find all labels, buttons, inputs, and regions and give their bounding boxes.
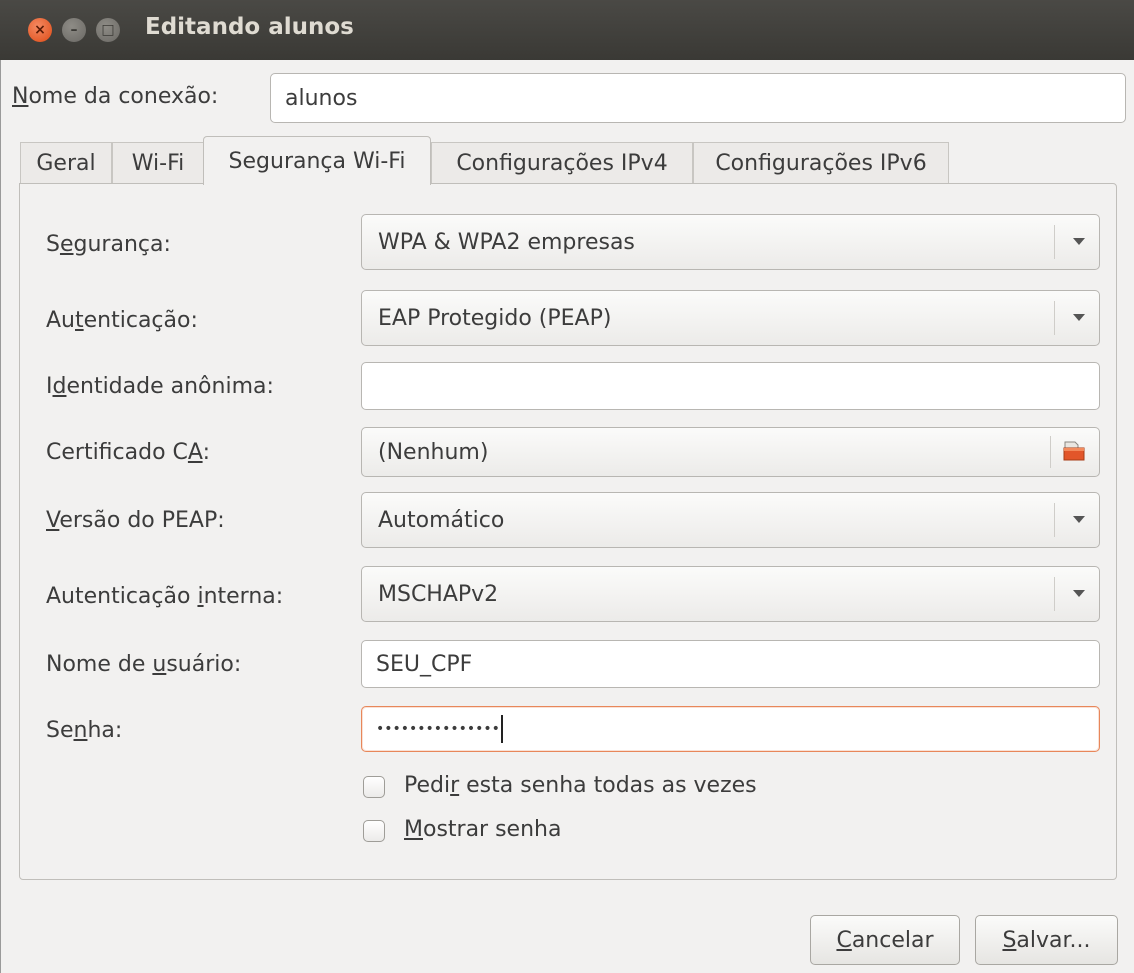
connection-name-field[interactable]: alunos <box>270 73 1126 123</box>
inner-auth-value: MSCHAPv2 <box>378 581 499 607</box>
ca-cert-value: (Nenhum) <box>378 439 489 465</box>
security-select[interactable]: WPA & WPA2 empresas <box>361 214 1100 270</box>
peap-version-label: Versão do PEAP: <box>46 508 225 533</box>
security-label: Segurança: <box>46 232 171 257</box>
peap-version-value: Automático <box>378 507 505 533</box>
tab-wifi[interactable]: Wi-Fi <box>112 142 204 184</box>
close-icon: × <box>34 22 46 38</box>
connection-name-value: alunos <box>285 85 358 111</box>
maximize-icon: □ <box>101 22 115 38</box>
save-button[interactable]: Salvar... <box>975 915 1118 965</box>
show-password-label[interactable]: Mostrar senha <box>404 817 561 842</box>
folder-icon <box>1063 441 1085 461</box>
title-bar: × – □ Editando alunos <box>0 0 1134 60</box>
auth-value: EAP Protegido (PEAP) <box>378 305 612 331</box>
inner-auth-label: Autenticação interna: <box>46 584 284 609</box>
minimize-icon: – <box>70 22 78 38</box>
peap-version-select[interactable]: Automático <box>361 492 1100 548</box>
chevron-down-icon <box>1073 516 1085 523</box>
anon-identity-field[interactable] <box>361 362 1100 410</box>
password-value: ••••••••••••••• <box>376 721 500 737</box>
password-field[interactable]: ••••••••••••••• <box>361 706 1100 752</box>
password-label: Senha: <box>46 718 123 743</box>
maximize-window-button[interactable]: □ <box>96 18 120 42</box>
username-field[interactable]: SEU_CPF <box>361 640 1100 688</box>
tab-ipv6[interactable]: Configurações IPv6 <box>693 142 949 184</box>
show-password-checkbox[interactable] <box>363 820 385 842</box>
anon-identity-label: Identidade anônima: <box>46 374 274 399</box>
close-window-button[interactable]: × <box>28 18 52 42</box>
username-value: SEU_CPF <box>376 651 473 677</box>
tab-seguranca-wifi[interactable]: Segurança Wi-Fi <box>203 136 431 185</box>
cancel-button[interactable]: Cancelar <box>810 915 960 965</box>
auth-select[interactable]: EAP Protegido (PEAP) <box>361 290 1100 346</box>
chevron-down-icon <box>1073 238 1085 245</box>
security-value: WPA & WPA2 empresas <box>378 229 635 255</box>
window-title: Editando alunos <box>145 14 354 40</box>
ca-cert-label: Certificado CA: <box>46 440 210 465</box>
username-label: Nome de usuário: <box>46 652 242 677</box>
connection-name-label: Nome da conexão: <box>12 84 219 109</box>
inner-auth-select[interactable]: MSCHAPv2 <box>361 566 1100 622</box>
window-left-border <box>0 60 8 973</box>
chevron-down-icon <box>1073 314 1085 321</box>
chevron-down-icon <box>1073 590 1085 597</box>
text-cursor <box>500 715 503 743</box>
ca-cert-chooser[interactable]: (Nenhum) <box>361 427 1100 477</box>
auth-label: Autenticação: <box>46 308 198 333</box>
tab-ipv4[interactable]: Configurações IPv4 <box>431 142 693 184</box>
ask-password-checkbox[interactable] <box>363 776 385 798</box>
ask-password-label[interactable]: Pedir esta senha todas as vezes <box>404 773 757 798</box>
minimize-window-button[interactable]: – <box>62 18 86 42</box>
tab-geral[interactable]: Geral <box>20 142 112 184</box>
